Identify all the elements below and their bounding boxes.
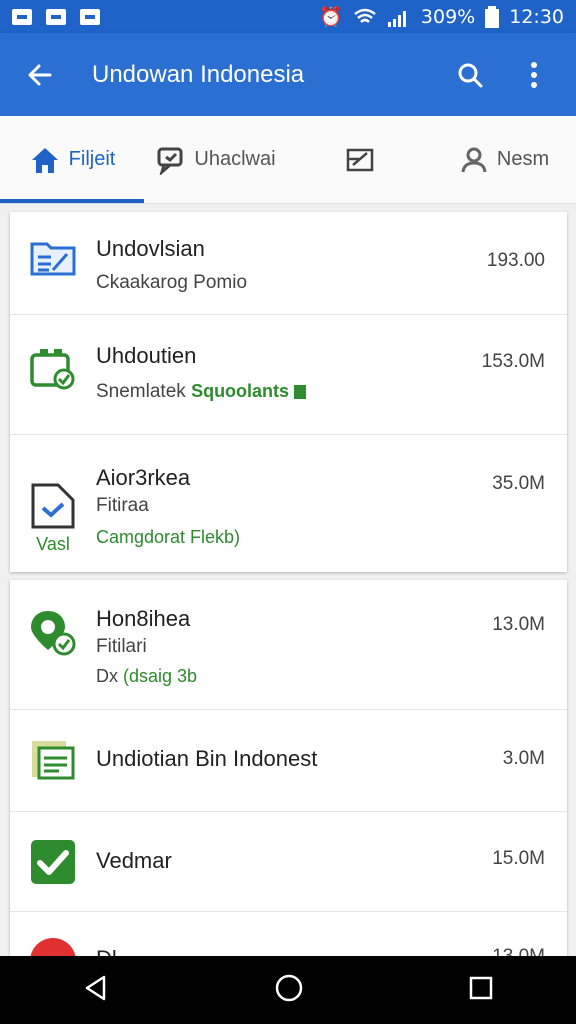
notification-icon xyxy=(12,8,32,25)
item-subtitle: Ckaakarog Pomio xyxy=(96,272,248,293)
list-item[interactable]: Undiotian Bin Indonest 3.0M xyxy=(10,710,567,812)
notification-icons xyxy=(12,8,100,25)
file-list-card: Undovlsian Ckaakarog Pomio 193.00 Uhdout… xyxy=(10,212,567,572)
item-status: Camgdorat Flekb) xyxy=(96,527,241,547)
item-status: (dsaig 3b xyxy=(123,666,198,686)
item-detail: Dx xyxy=(96,666,118,686)
item-subtitle: Snemlatek Squoolants xyxy=(96,381,567,403)
back-button[interactable] xyxy=(10,45,70,105)
list-item[interactable]: Dl 13.0M xyxy=(10,912,567,956)
signal-icon xyxy=(387,10,406,27)
alarm-icon: ⏰ xyxy=(319,6,343,28)
document-icon xyxy=(32,741,75,780)
clock: 12:30 xyxy=(509,5,564,28)
item-icon-label: Vasl xyxy=(36,534,70,554)
app-bar: Undowan Indonesia xyxy=(0,33,576,116)
tab-label: Uhaclwai xyxy=(194,148,276,170)
nav-back-button[interactable] xyxy=(82,974,110,1007)
chat-icon xyxy=(157,147,183,175)
more-vert-icon xyxy=(531,61,537,88)
system-nav-bar xyxy=(0,956,576,1024)
more-options-button[interactable] xyxy=(514,55,554,95)
notification-icon xyxy=(80,8,100,25)
page-title: Undowan Indonesia xyxy=(92,60,305,88)
wifi-icon xyxy=(354,8,376,23)
checkbox-icon xyxy=(31,840,75,884)
item-title: Undiotian Bin Indonest xyxy=(96,746,318,771)
home-icon xyxy=(31,147,58,173)
nav-recents-button[interactable] xyxy=(468,975,494,1006)
nav-home-button[interactable] xyxy=(274,973,304,1008)
edit-icon xyxy=(346,148,374,171)
tab-name[interactable]: Nesm xyxy=(432,116,576,203)
item-subtitle: Fitilari xyxy=(96,636,147,657)
search-button[interactable] xyxy=(450,55,490,95)
triangle-back-icon xyxy=(85,975,106,1000)
file-size: 153.0M xyxy=(481,351,545,372)
file-size: 35.0M xyxy=(492,473,545,494)
arrow-left-icon xyxy=(28,64,52,85)
person-icon xyxy=(461,147,487,172)
file-size: 13.0M xyxy=(492,946,545,956)
list-item[interactable]: Undovlsian Ckaakarog Pomio 193.00 xyxy=(10,212,567,315)
square-recents-icon xyxy=(469,976,493,999)
file-size: 3.0M xyxy=(502,748,545,769)
search-icon xyxy=(458,63,483,87)
status-square-icon xyxy=(294,384,307,399)
red-circle-icon xyxy=(30,938,76,956)
battery-icon xyxy=(485,5,500,28)
file-list-card: Hon8ihea Fitilari Dx (dsaig 3b 13.0M Und… xyxy=(10,580,567,956)
tab-files[interactable]: Filjeit xyxy=(0,116,144,203)
folder-edit-icon xyxy=(30,242,76,276)
item-subtitle-text: Snemlatek xyxy=(96,381,186,402)
notification-icon xyxy=(46,8,66,25)
tab-label: Nesm xyxy=(496,148,550,170)
tab-label: Filjeit xyxy=(68,148,116,170)
tab-bar: Filjeit Uhaclwai Nesm xyxy=(0,116,576,204)
item-subtitle: Fitiraa xyxy=(96,495,149,516)
item-status: Squoolants xyxy=(191,381,290,401)
tab-edit[interactable] xyxy=(288,116,432,203)
battery-sync-icon xyxy=(30,349,75,390)
tab-uploads[interactable]: Uhaclwai xyxy=(144,116,288,203)
file-size: 13.0M xyxy=(492,614,545,635)
file-size: 193.00 xyxy=(486,250,545,271)
circle-home-icon xyxy=(275,974,303,1001)
list-item[interactable]: Vedmar 15.0M xyxy=(10,812,567,912)
file-size: 15.0M xyxy=(492,848,545,869)
list-item[interactable]: Uhdoutien Snemlatek Squoolants 153.0M xyxy=(10,315,567,435)
battery-percent: 309% xyxy=(420,5,476,28)
list-item[interactable]: Vasl Aior3rkea Fitiraa Camgdorat Flekb) … xyxy=(10,435,567,572)
folder-check-icon xyxy=(31,483,75,529)
status-bar: ⏰ 309% 12:30 xyxy=(0,0,576,33)
location-check-icon xyxy=(31,611,76,656)
system-indicators: ⏰ 309% 12:30 xyxy=(319,5,564,28)
list-item[interactable]: Hon8ihea Fitilari Dx (dsaig 3b 13.0M xyxy=(10,580,567,710)
